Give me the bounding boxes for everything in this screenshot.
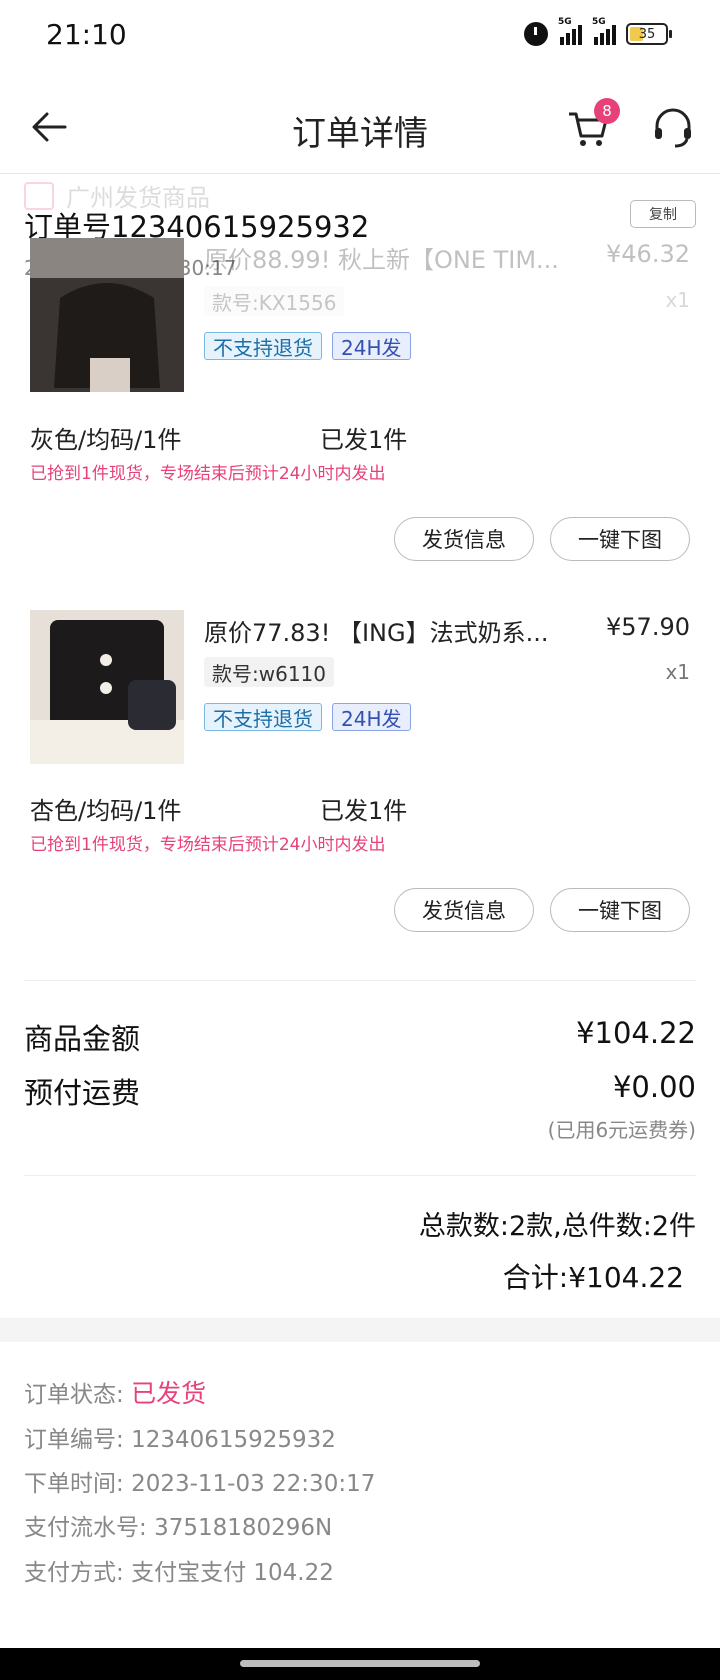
order-status: 已发货 — [131, 1379, 207, 1408]
goods-amount-value: ¥104.22 — [576, 1016, 696, 1050]
product-price: ¥46.32 — [606, 240, 690, 268]
product-image[interactable] — [30, 238, 184, 392]
total-sum: 合计:¥104.22 — [502, 1261, 684, 1294]
status-icons: 5G 5G 35 — [524, 17, 672, 46]
product-qty: x1 — [665, 660, 690, 684]
divider — [24, 1175, 696, 1176]
product-code: 款号:KX1556 — [204, 286, 345, 316]
order-time-value: 2023-11-03 22:30:17 — [131, 1471, 376, 1497]
product-name[interactable]: 原价88.99! 秋上新【ONE TIM... — [204, 240, 564, 275]
battery-level: 35 — [638, 26, 656, 42]
shipped-count: 已发1件 — [320, 797, 408, 825]
product-price: ¥57.90 — [606, 613, 690, 641]
product-image[interactable] — [30, 610, 184, 764]
payment-method-row: 支付方式: 支付宝支付 104.22 — [24, 1560, 334, 1586]
payment-method-value: 支付宝支付 104.22 — [131, 1560, 334, 1586]
shipping-info-button[interactable]: 发货信息 — [394, 888, 534, 932]
battery-icon: 35 — [626, 23, 672, 45]
goods-amount-label: 商品金额 — [24, 1022, 141, 1056]
cart-badge: 8 — [594, 98, 620, 124]
freight-label: 预付运费 — [24, 1076, 141, 1110]
product-qty: x1 — [665, 288, 690, 312]
product-tags: 不支持退货 24H发 — [204, 332, 411, 360]
download-images-button[interactable]: 一键下图 — [550, 888, 690, 932]
cart-button[interactable]: 8 — [564, 98, 620, 152]
product-tags: 不支持退货 24H发 — [204, 703, 411, 731]
no-refund-tag: 不支持退货 — [204, 332, 322, 360]
top-app-bar: 订单详情 8 — [0, 82, 720, 174]
product-code: 款号:w6110 — [204, 657, 334, 687]
no-refund-tag: 不支持退货 — [204, 703, 322, 731]
order-time-row: 下单时间: 2023-11-03 22:30:17 — [24, 1471, 376, 1497]
divider — [24, 980, 696, 981]
signal-5g-icon: 5G — [558, 17, 582, 45]
freight-value: ¥0.00 — [612, 1070, 696, 1104]
copy-order-number-button[interactable]: 复制 — [630, 200, 696, 228]
customer-service-button[interactable] — [648, 102, 698, 152]
status-time: 21:10 — [46, 18, 127, 51]
headset-icon — [655, 108, 691, 148]
ship-24h-tag: 24H发 — [332, 703, 411, 731]
status-bar: 21:10 5G 5G 35 — [0, 0, 720, 72]
payment-serial-value: 37518180296N — [154, 1515, 333, 1541]
product-name[interactable]: 原价77.83! 【ING】法式奶系... — [204, 613, 564, 648]
home-handle[interactable] — [240, 1660, 480, 1667]
section-separator — [0, 1318, 720, 1342]
system-nav-bar — [0, 1648, 720, 1680]
signal-5g-icon: 5G — [592, 17, 616, 45]
stock-note: 已抢到1件现货，专场结束后预计24小时内发出 — [30, 835, 386, 855]
order-status-row: 订单状态: 已发货 — [24, 1379, 207, 1408]
stock-note: 已抢到1件现货，专场结束后预计24小时内发出 — [30, 464, 386, 484]
shipped-count: 已发1件 — [320, 426, 408, 454]
shipping-info-button[interactable]: 发货信息 — [394, 517, 534, 561]
alarm-icon — [524, 22, 548, 46]
payment-serial-row: 支付流水号: 37518180296N — [24, 1515, 333, 1541]
freight-coupon-note: (已用6元运费券) — [547, 1118, 696, 1142]
order-number-row: 订单编号: 12340615925932 — [24, 1427, 336, 1453]
product-spec: 灰色/均码/1件 — [30, 426, 182, 454]
download-images-button[interactable]: 一键下图 — [550, 517, 690, 561]
product-spec: 杏色/均码/1件 — [30, 797, 182, 825]
total-count: 总款数:2款,总件数:2件 — [418, 1211, 696, 1242]
ship-24h-tag: 24H发 — [332, 332, 411, 360]
order-number-value[interactable]: 12340615925932 — [131, 1427, 336, 1453]
